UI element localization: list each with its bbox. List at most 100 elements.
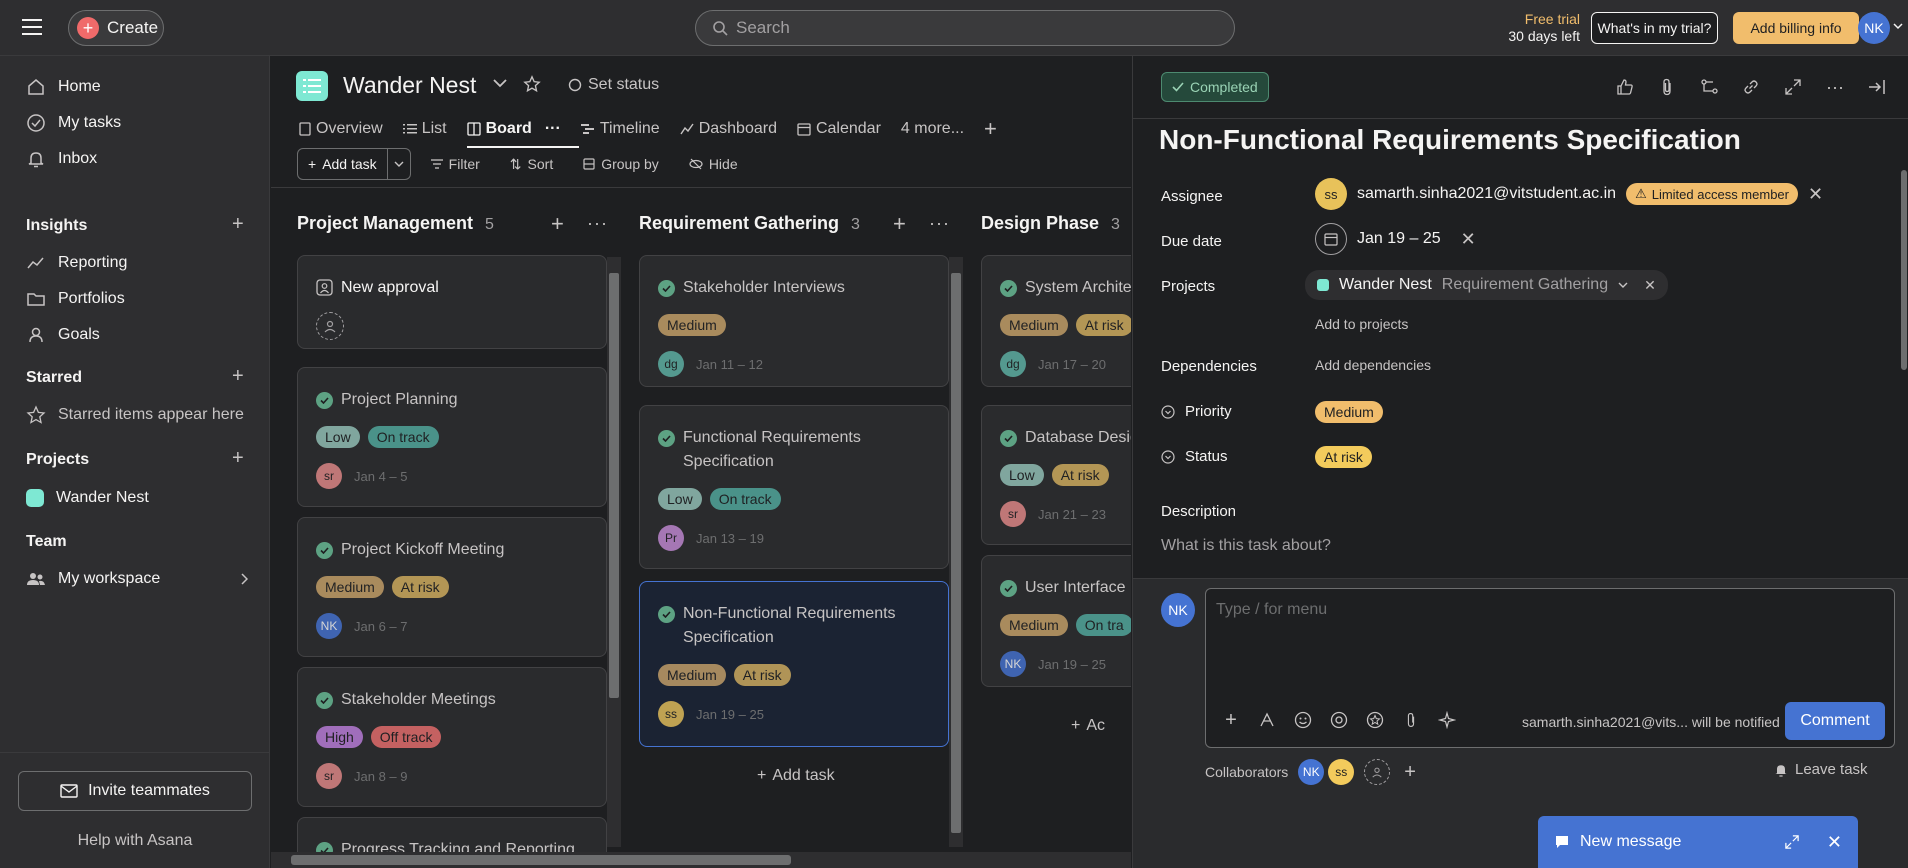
card-project-planning[interactable]: Project Planning Low On track sr Jan 4 – 5 <box>297 367 607 507</box>
due-date[interactable]: Jan 19 – 25 <box>696 707 764 722</box>
card-stakeholder-meetings[interactable]: Stakeholder Meetings High Off track sr Jan… <box>297 667 607 807</box>
avatar[interactable]: ss <box>1328 759 1355 785</box>
avatar[interactable]: sr <box>1000 501 1026 527</box>
search-input[interactable]: Search <box>695 10 1235 46</box>
plus-icon[interactable]: + <box>1220 709 1242 731</box>
project-chip-body[interactable]: Wander Nest Requirement Gathering ✕ <box>1305 270 1668 300</box>
column-title[interactable]: Requirement Gathering 3 <box>639 213 860 234</box>
projects-heading[interactable]: Projects <box>26 448 89 472</box>
paperclip-icon[interactable] <box>1400 709 1422 731</box>
add-task-link[interactable]: + Add task <box>757 767 835 785</box>
team-heading[interactable]: Team <box>26 530 67 554</box>
due-date[interactable]: Jan 19 – 25 <box>1038 657 1106 672</box>
comment-button[interactable]: Comment <box>1785 702 1885 740</box>
filter-button[interactable]: Filter <box>421 156 490 172</box>
set-status-button[interactable]: Set status <box>568 76 659 94</box>
add-card-icon[interactable]: + <box>893 211 906 237</box>
due-date[interactable]: Jan 4 – 5 <box>354 469 408 484</box>
menu-icon[interactable] <box>22 18 44 38</box>
whats-in-trial-button[interactable]: What's in my trial? <box>1591 12 1718 44</box>
scrollbar-thumb[interactable] <box>1901 170 1907 370</box>
chevron-down-icon[interactable] <box>493 78 507 88</box>
remove-project-icon[interactable]: ✕ <box>1644 277 1656 294</box>
assignee-placeholder-icon[interactable] <box>316 312 344 340</box>
sort-button[interactable]: ⇅ Sort <box>500 156 563 173</box>
completed-button[interactable]: Completed <box>1161 72 1269 102</box>
help-link[interactable]: Help with Asana <box>0 832 270 850</box>
award-icon[interactable] <box>1364 709 1386 731</box>
insights-heading[interactable]: Insights <box>26 214 87 238</box>
card-progress-tracking[interactable]: Progress Tracking and Reporting <box>297 817 607 854</box>
more-dots-icon[interactable]: ··· <box>929 213 950 234</box>
check-icon[interactable] <box>658 606 675 623</box>
check-icon[interactable] <box>1000 430 1017 447</box>
check-icon[interactable] <box>658 430 675 447</box>
tab-board[interactable]: Board ··· <box>466 114 580 148</box>
card-non-functional-requirements[interactable]: Non-Functional Requirements Specificatio… <box>639 581 949 747</box>
check-icon[interactable] <box>316 392 333 409</box>
check-icon[interactable] <box>1000 580 1017 597</box>
more-dots-icon[interactable]: ··· <box>1824 76 1846 98</box>
sidebar-item-reporting[interactable]: Reporting <box>26 248 127 278</box>
chevron-down-icon[interactable] <box>1893 22 1903 30</box>
add-card-icon[interactable]: + <box>551 211 564 237</box>
sidebar-item-my-workspace[interactable]: My workspace <box>26 564 248 594</box>
card-database-design[interactable]: Database Desig Low At risk sr Jan 21 – 23 <box>981 405 1131 545</box>
add-collaborator-icon[interactable] <box>1364 759 1391 785</box>
avatar[interactable]: NK <box>1000 651 1026 677</box>
more-dots-icon[interactable]: ··· <box>587 213 608 234</box>
text-format-icon[interactable] <box>1256 709 1278 731</box>
card-user-interface[interactable]: User Interface I Medium On tra NK Jan 19 –… <box>981 555 1131 687</box>
description-input[interactable]: What is this task about? <box>1161 537 1331 555</box>
due-date[interactable]: Jan 11 – 12 <box>696 357 763 372</box>
check-icon[interactable] <box>658 280 675 297</box>
check-icon[interactable] <box>316 542 333 559</box>
column-title[interactable]: Design Phase 3 <box>981 213 1120 234</box>
add-dependencies-link[interactable]: Add dependencies <box>1315 357 1431 373</box>
close-icon[interactable]: ✕ <box>1827 832 1842 853</box>
close-panel-icon[interactable] <box>1866 76 1888 98</box>
mention-icon[interactable] <box>1328 709 1350 731</box>
card-functional-requirements[interactable]: Functional Requirements Specification Lo… <box>639 405 949 569</box>
sparkle-icon[interactable] <box>1436 709 1458 731</box>
avatar[interactable]: NK <box>316 613 342 639</box>
new-message-bar[interactable]: New message ✕ <box>1538 816 1858 868</box>
card-stakeholder-interviews[interactable]: Stakeholder Interviews Medium dg Jan 11 –… <box>639 255 949 387</box>
due-date[interactable]: Jan 8 – 9 <box>354 769 408 784</box>
user-avatar[interactable]: NK <box>1858 12 1890 44</box>
create-button[interactable]: + Create <box>68 10 164 46</box>
add-tab-icon[interactable]: + <box>984 114 997 144</box>
due-date[interactable]: Jan 17 – 20 <box>1038 357 1106 372</box>
avatar[interactable]: sr <box>316 463 342 489</box>
scrollbar-thumb[interactable] <box>291 855 791 865</box>
avatar[interactable]: ss <box>658 701 684 727</box>
due-date[interactable]: Jan 21 – 23 <box>1038 507 1106 522</box>
plus-icon[interactable]: + <box>1404 761 1416 784</box>
add-billing-button[interactable]: Add billing info <box>1733 12 1859 44</box>
avatar[interactable]: dg <box>658 351 684 377</box>
add-insight-icon[interactable]: + <box>232 214 248 234</box>
board-horizontal-scrollbar[interactable] <box>271 852 1131 868</box>
column-title[interactable]: Project Management 5 <box>297 213 494 234</box>
project-chip[interactable]: Wander Nest Requirement Gathering ✕ <box>1305 270 1668 300</box>
expand-icon[interactable] <box>1782 76 1804 98</box>
tab-overview[interactable]: Overview <box>299 114 383 144</box>
card-new-approval[interactable]: New approval <box>297 255 607 349</box>
check-icon[interactable] <box>316 692 333 709</box>
tab-timeline[interactable]: Timeline <box>580 114 660 144</box>
sidebar-item-wander-nest[interactable]: Wander Nest <box>26 483 149 513</box>
due-date-value[interactable]: Jan 19 – 25 ✕ <box>1315 223 1476 255</box>
subtask-icon[interactable] <box>1698 76 1720 98</box>
comment-input[interactable]: Type / for menu + samarth.sinha2021@vits… <box>1205 588 1895 748</box>
add-to-projects-link[interactable]: Add to projects <box>1315 316 1408 332</box>
avatar[interactable]: sr <box>316 763 342 789</box>
tab-dashboard[interactable]: Dashboard <box>680 114 777 144</box>
chevron-down-icon[interactable] <box>1618 282 1628 289</box>
tab-more[interactable]: 4 more... <box>901 114 964 144</box>
card-system-architecture[interactable]: System Archite Medium At risk dg Jan 17 – … <box>981 255 1131 387</box>
remove-assignee-icon[interactable]: ✕ <box>1808 184 1823 205</box>
check-icon[interactable] <box>1000 280 1017 297</box>
project-chip-section[interactable]: Requirement Gathering <box>1442 276 1608 294</box>
add-task-main[interactable]: + Add task <box>298 149 388 179</box>
sidebar-item-goals[interactable]: Goals <box>26 320 100 350</box>
